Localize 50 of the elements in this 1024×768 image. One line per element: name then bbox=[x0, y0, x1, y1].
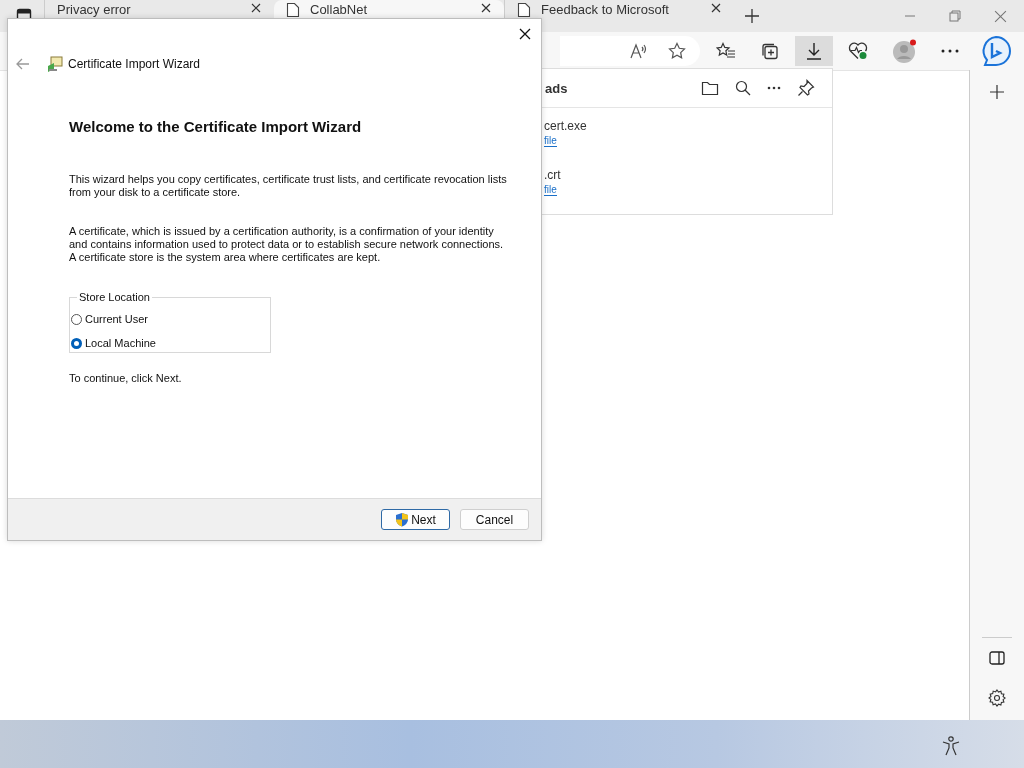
chat-bubble-icon[interactable] bbox=[980, 35, 1012, 67]
close-icon[interactable] bbox=[519, 28, 531, 40]
window-title: Certificate Import Wizard bbox=[68, 57, 201, 71]
tab-title: CollabNet bbox=[310, 2, 369, 17]
panel-heading: ads bbox=[545, 80, 568, 96]
next-button[interactable]: Next bbox=[381, 509, 450, 530]
collections-icon[interactable] bbox=[760, 41, 779, 61]
description-text: This wizard helps you copy certificates, certificate trust lists, and certificate revocation lists from your disk to a certificate store. bbox=[69, 173, 508, 199]
open-file-link[interactable]: file bbox=[544, 184, 557, 196]
option-label: Local Machine bbox=[85, 337, 156, 349]
description-text: A certificate, which is issued by a certification authority, is a confirmation of your identity and contains information used to protect data or to establish secure network connections. A certificate store is the system area where certificates are kept. bbox=[69, 225, 505, 264]
more-icon[interactable] bbox=[767, 86, 781, 90]
radio-option[interactable]: Local Machine bbox=[71, 331, 260, 355]
add-icon[interactable] bbox=[990, 85, 1004, 99]
restore-icon[interactable] bbox=[949, 10, 961, 22]
shield-icon bbox=[395, 512, 410, 527]
close-icon[interactable] bbox=[710, 2, 722, 14]
close-icon[interactable] bbox=[250, 2, 262, 14]
health-icon[interactable] bbox=[848, 41, 868, 61]
cancel-button[interactable]: Cancel bbox=[460, 509, 529, 530]
close-icon[interactable] bbox=[480, 2, 492, 14]
radio-option[interactable]: Current User bbox=[71, 307, 260, 331]
pin-icon[interactable] bbox=[797, 79, 815, 97]
search-icon[interactable] bbox=[735, 80, 751, 96]
side-panel-icon[interactable] bbox=[989, 651, 1005, 665]
star-icon[interactable] bbox=[668, 42, 686, 60]
group-label: Store Location bbox=[78, 291, 151, 303]
downloads-button[interactable] bbox=[795, 36, 833, 66]
download-icon bbox=[806, 42, 822, 60]
file-name: .crt bbox=[544, 168, 561, 182]
radio-button[interactable] bbox=[71, 313, 82, 325]
read-aloud-icon[interactable] bbox=[630, 43, 648, 59]
folder-icon[interactable] bbox=[701, 80, 719, 96]
settings-icon[interactable] bbox=[988, 689, 1006, 707]
address-bar[interactable] bbox=[560, 36, 700, 66]
instruction-text: To continue, click Next. bbox=[69, 372, 183, 384]
tab-title: Feedback to Microsoft bbox=[541, 2, 670, 17]
radio-button[interactable] bbox=[71, 337, 82, 349]
tab-title: Privacy error bbox=[57, 2, 132, 17]
certificate-icon bbox=[47, 56, 63, 72]
avatar-icon[interactable] bbox=[892, 39, 918, 63]
open-file-link[interactable]: file bbox=[544, 135, 557, 147]
accessibility-icon[interactable] bbox=[942, 736, 960, 756]
option-label: Current User bbox=[85, 313, 148, 325]
back-arrow-icon[interactable] bbox=[16, 58, 30, 70]
favorites-icon[interactable] bbox=[716, 42, 736, 60]
wizard-heading: Welcome to the Certificate Import Wizard bbox=[69, 118, 363, 135]
more-icon[interactable] bbox=[941, 49, 959, 53]
file-name: cert.exe bbox=[544, 119, 587, 133]
new-tab-icon[interactable] bbox=[744, 8, 760, 24]
